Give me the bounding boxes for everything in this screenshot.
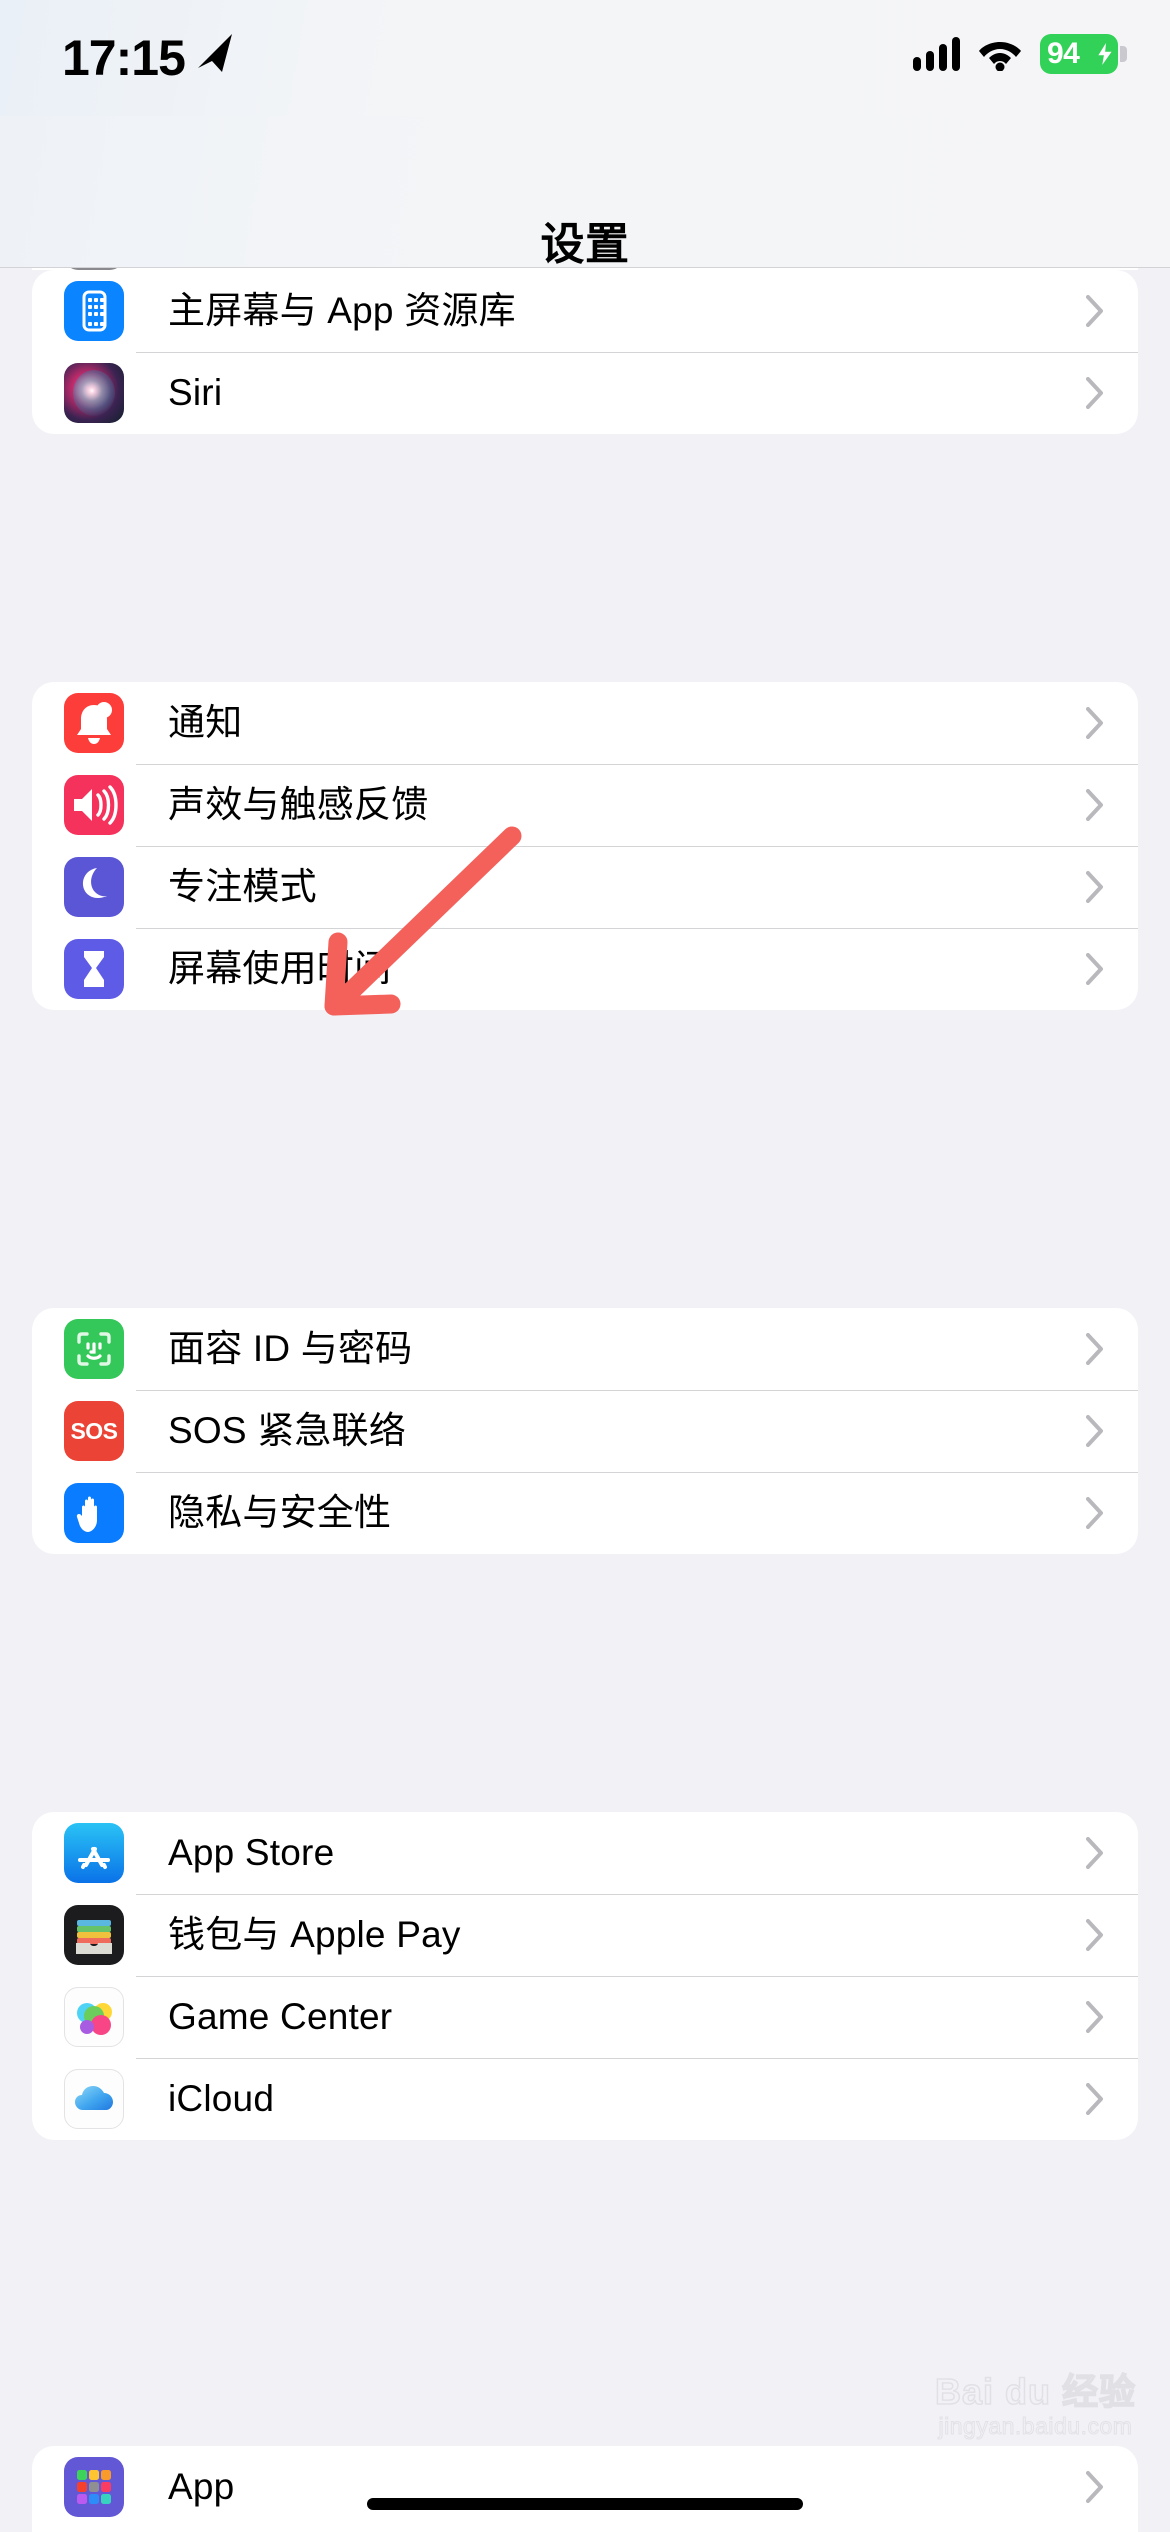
settings-row-label: 专注模式: [168, 866, 317, 907]
charging-bolt-icon: [1095, 40, 1115, 68]
chevron-right-icon: [1086, 2471, 1104, 2503]
sos-icon-text: SOS: [70, 1417, 118, 1444]
chevron-right-icon: [1086, 1497, 1104, 1529]
game-center-icon: [64, 1987, 124, 2047]
status-bar-clock: 17:15: [62, 30, 186, 86]
settings-row-home-screen[interactable]: 主屏幕与 App 资源库: [32, 270, 1138, 352]
battery-percent-label: 94: [1047, 37, 1080, 70]
home-indicator[interactable]: [367, 2498, 803, 2510]
settings-row-label: SOS 紧急联络: [168, 1410, 407, 1451]
settings-row-label: 通知: [168, 702, 243, 743]
settings-row-game-center[interactable]: Game Center: [32, 1976, 1138, 2058]
settings-row-wallet-apple-pay[interactable]: 钱包与 Apple Pay: [32, 1894, 1138, 1976]
location-arrow-icon: [198, 34, 232, 72]
settings-row-app-store[interactable]: App Store: [32, 1812, 1138, 1894]
settings-group-alerts: 通知 声效与触感反馈 专注模式 屏幕使用时间: [32, 682, 1138, 1010]
watermark-secondary: jingyan.baidu.com: [938, 2413, 1133, 2440]
settings-row-app[interactable]: App: [32, 2446, 1138, 2528]
settings-row-label: Siri: [168, 372, 223, 413]
wallet-icon: [64, 1905, 124, 1965]
moon-icon: [64, 857, 124, 917]
sos-icon: SOS: [64, 1401, 124, 1461]
bell-icon: [64, 693, 124, 753]
speaker-icon: [64, 775, 124, 835]
settings-row-screen-time[interactable]: 屏幕使用时间: [32, 928, 1138, 1010]
settings-row-face-id[interactable]: 面容 ID 与密码: [32, 1308, 1138, 1390]
hourglass-icon: [64, 939, 124, 999]
settings-row-notifications[interactable]: 通知: [32, 682, 1138, 764]
settings-row-label: App Store: [168, 1832, 335, 1873]
settings-row-sounds-haptics[interactable]: 声效与触感反馈: [32, 764, 1138, 846]
settings-group-system: 主屏幕与 App 资源库 Siri: [32, 270, 1138, 434]
chevron-right-icon: [1086, 2083, 1104, 2115]
chevron-right-icon: [1086, 2001, 1104, 2033]
settings-row-emergency-sos[interactable]: SOS SOS 紧急联络: [32, 1390, 1138, 1472]
settings-row-label: App: [168, 2466, 235, 2507]
settings-row-siri[interactable]: Siri: [32, 352, 1138, 434]
settings-group-security: 面容 ID 与密码 SOS SOS 紧急联络 隐私与安全性: [32, 1308, 1138, 1554]
chevron-right-icon: [1086, 953, 1104, 985]
chevron-right-icon: [1086, 1415, 1104, 1447]
watermark: Bai du 经验 jingyan.baidu.com: [934, 2371, 1136, 2440]
chevron-right-icon: [1086, 1837, 1104, 1869]
battery-indicator: 94: [1040, 34, 1127, 74]
settings-group-apps: App: [32, 2446, 1138, 2532]
settings-row-label: iCloud: [168, 2078, 275, 2119]
chevron-right-icon: [1086, 377, 1104, 409]
settings-row-icloud[interactable]: iCloud: [32, 2058, 1138, 2140]
app-grid-icon: [64, 2457, 124, 2517]
wifi-icon: [979, 42, 1021, 71]
settings-row-privacy-security[interactable]: 隐私与安全性: [32, 1472, 1138, 1554]
settings-row-label: 主屏幕与 App 资源库: [168, 290, 516, 331]
home-screen-icon: [64, 281, 124, 341]
app-store-icon: [64, 1823, 124, 1883]
hand-raised-icon: [64, 1483, 124, 1543]
cellular-bars-icon: [913, 37, 960, 71]
status-bar-indicators: 94: [913, 30, 1127, 78]
siri-icon: [64, 363, 124, 423]
watermark-primary: Bai du 经验: [934, 2371, 1136, 2413]
chevron-right-icon: [1086, 1333, 1104, 1365]
chevron-right-icon: [1086, 871, 1104, 903]
chevron-right-icon: [1086, 789, 1104, 821]
settings-row-label: Game Center: [168, 1996, 393, 2037]
settings-group-services: App Store 钱包与 Apple Pay Game Center iClo…: [32, 1812, 1138, 2140]
settings-row-label: 钱包与 Apple Pay: [168, 1914, 461, 1955]
settings-scroll-view[interactable]: 主屏幕与 App 资源库 Siri 通知 声效与触感反馈 专注模式 屏幕使用时间…: [0, 210, 1170, 2532]
chevron-right-icon: [1086, 295, 1104, 327]
settings-row-label: 隐私与安全性: [168, 1492, 392, 1533]
chevron-right-icon: [1086, 1919, 1104, 1951]
settings-row-label: 面容 ID 与密码: [168, 1328, 413, 1369]
icloud-icon: [64, 2069, 124, 2129]
navigation-bar: 设置: [0, 116, 1170, 269]
page-title: 设置: [540, 220, 630, 269]
iphone-screen: 17:15 94 设置 主屏幕与 App 资源库 Siri 通知 声效与触感反馈…: [0, 0, 1170, 2532]
settings-row-label: 屏幕使用时间: [168, 948, 392, 989]
chevron-right-icon: [1086, 707, 1104, 739]
settings-row-label: 声效与触感反馈: [168, 784, 429, 825]
status-bar: 17:15 94: [0, 0, 1170, 116]
settings-row-focus[interactable]: 专注模式: [32, 846, 1138, 928]
face-id-icon: [64, 1319, 124, 1379]
